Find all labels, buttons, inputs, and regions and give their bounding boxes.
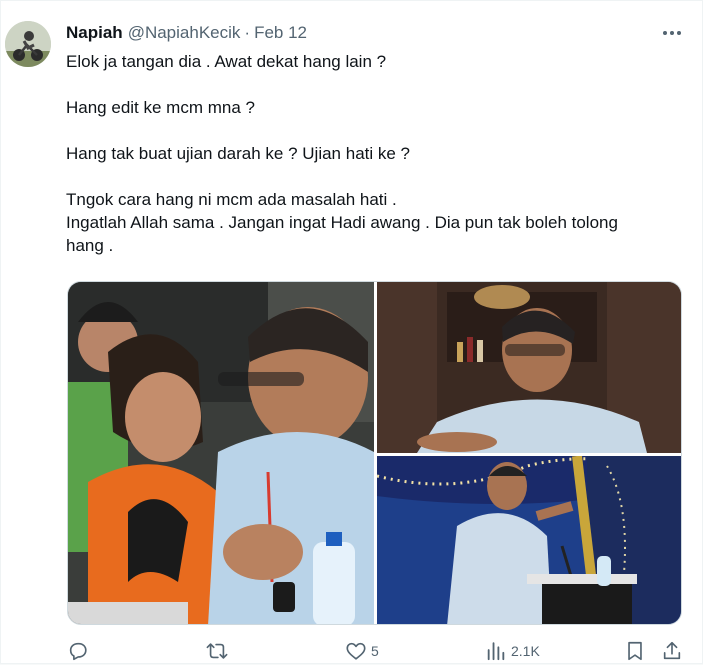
photo-man-speaking-podium[interactable] [377, 456, 681, 624]
tweet-card[interactable]: Napiah @NapiahKecik · Feb 12 Elok ja tan… [0, 0, 703, 664]
avatar[interactable] [5, 21, 51, 67]
tweet-text: Elok ja tangan dia . Awat dekat hang lai… [66, 50, 676, 257]
bookmark-icon [628, 641, 642, 661]
retweet-button[interactable] [206, 637, 232, 665]
tweet-line: Hang tak buat ujian darah ke ? Ujian hat… [66, 144, 411, 163]
tweet-date[interactable]: Feb 12 [254, 23, 307, 43]
bookmark-button[interactable] [624, 637, 646, 665]
views-count: 2.1K [511, 643, 540, 659]
more-dot-icon [677, 31, 681, 35]
avatar-image [5, 21, 51, 67]
user-handle[interactable]: @NapiahKecik [128, 23, 241, 43]
tweet-line: Ingatlah Allah sama . Jangan ingat Hadi … [66, 213, 618, 232]
display-name[interactable]: Napiah [66, 23, 123, 43]
tweet-line: hang . [66, 236, 114, 255]
tweet-line: Elok ja tangan dia . Awat dekat hang lai… [66, 52, 387, 71]
tweet-line: Tngok cara hang ni mcm ada masalah hati … [66, 190, 397, 209]
more-options-button[interactable] [657, 21, 687, 45]
heart-icon [346, 642, 366, 660]
separator-dot: · [244, 23, 251, 42]
photo-man-with-child[interactable] [68, 282, 374, 624]
views-button[interactable]: 2.1K [485, 637, 540, 665]
media-grid [67, 281, 682, 625]
tweet-actions: 5 2.1K [1, 637, 703, 665]
more-dot-icon [670, 31, 674, 35]
more-dot-icon [663, 31, 667, 35]
tweet-header: Napiah @NapiahKecik · Feb 12 [66, 22, 307, 44]
reply-icon [69, 642, 87, 661]
retweet-icon [206, 643, 228, 659]
share-button[interactable] [661, 637, 683, 665]
tweet-line: Hang edit ke mcm mna ? [66, 98, 255, 117]
share-icon [663, 641, 681, 660]
like-count: 5 [371, 643, 379, 659]
views-icon [487, 642, 505, 661]
reply-button[interactable] [67, 637, 93, 665]
photo-man-at-desk[interactable] [377, 282, 681, 453]
like-button[interactable]: 5 [345, 637, 379, 665]
